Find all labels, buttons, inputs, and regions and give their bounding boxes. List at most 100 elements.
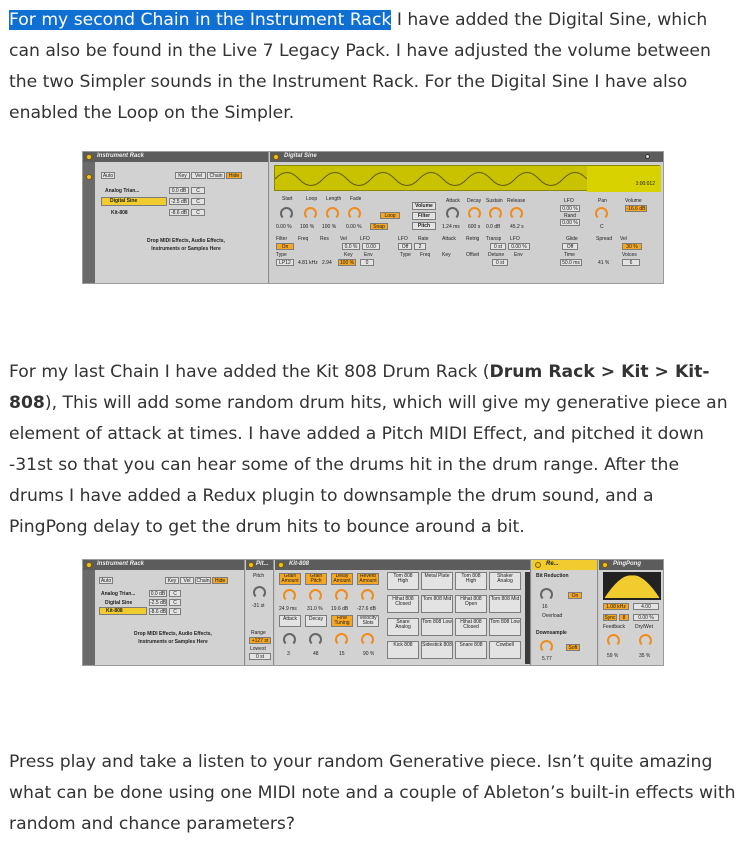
tab-chain-2[interactable]: Chain <box>195 577 211 584</box>
volume-tab[interactable]: Volume <box>412 202 436 210</box>
drum-pad[interactable]: Tom 808 High <box>387 572 419 590</box>
downsample-knob[interactable] <box>540 640 553 653</box>
lowest-value[interactable]: 0 st <box>249 653 271 660</box>
macro-knob-3[interactable] <box>335 589 348 602</box>
chain-row-3-pan[interactable]: C <box>191 209 205 216</box>
chain-row-2-pan[interactable]: C <box>191 198 205 205</box>
filter-display[interactable] <box>603 572 661 600</box>
pan-knob[interactable] <box>595 207 608 220</box>
macro-toggle-icon[interactable] <box>86 174 92 180</box>
drum-pad[interactable]: Tom 808 High <box>455 572 487 590</box>
bit-on-button[interactable]: On <box>568 592 582 599</box>
chain-row-1-name[interactable]: Analog Trian... <box>105 188 139 194</box>
pad-scroll-strip[interactable] <box>525 572 530 664</box>
drum-pad[interactable]: Hihat 808 Open <box>455 595 487 613</box>
macro-knob-6[interactable] <box>309 633 322 646</box>
macro-label-1[interactable]: Grain Amount <box>279 573 301 585</box>
macro-knob-2[interactable] <box>309 589 322 602</box>
drywet-knob[interactable] <box>639 634 652 647</box>
drum-pad[interactable]: Tom 808 Mid <box>421 595 453 613</box>
tab-key[interactable]: Key <box>175 172 190 179</box>
sync-button[interactable]: Sync <box>603 614 617 621</box>
chain-row-2-volume[interactable]: -2.5 dB <box>169 198 189 205</box>
power-icon[interactable] <box>86 154 92 160</box>
filter-on-button[interactable]: On <box>276 243 294 250</box>
drum-pad[interactable]: Sidestick 808 <box>421 641 453 659</box>
auto-button-2[interactable]: Auto <box>99 577 113 584</box>
loop-button[interactable]: Loop <box>380 212 400 219</box>
device-power-icon[interactable] <box>273 154 279 160</box>
detune-st[interactable]: 0 st <box>492 259 508 266</box>
volume-value[interactable]: -16.6 dB <box>625 205 647 212</box>
macro-label-4[interactable]: Reverb Amount <box>357 573 379 585</box>
tab-key-2[interactable]: Key <box>165 577 179 584</box>
chain-2-row-1-vol[interactable]: 0.0 dB <box>149 590 167 597</box>
device-fold-icon[interactable] <box>645 154 650 159</box>
glide-off[interactable]: Off <box>562 243 578 250</box>
chain-row-2-selected[interactable]: Digital Sine <box>101 197 167 206</box>
macro-label-8[interactable]: Velocity Slots <box>357 615 379 627</box>
lfo-rate[interactable]: 2 <box>414 243 426 250</box>
tab-hide-2[interactable]: Hide <box>212 577 228 584</box>
kit-power-icon[interactable] <box>278 562 284 568</box>
tab-hide[interactable]: Hide <box>226 172 242 179</box>
detune-value[interactable]: 0.00 % <box>508 243 530 250</box>
chain-row-3-name[interactable]: Kit-808 <box>111 210 128 216</box>
drum-pad[interactable]: Tom 808 Mid <box>489 595 521 613</box>
macro-label-3[interactable]: Delay Amount <box>331 573 353 585</box>
lfo-amount[interactable]: 0.00 % <box>560 205 580 212</box>
voices-value[interactable]: 6 <box>622 259 640 266</box>
soft-button[interactable]: Soft <box>566 644 580 651</box>
lfo-pct[interactable]: 0.0 % <box>342 243 360 250</box>
length-knob[interactable] <box>326 207 339 220</box>
drum-pad[interactable]: Shaker Analog <box>489 572 521 590</box>
sustain-knob[interactable] <box>489 207 502 220</box>
macro-label-6[interactable]: Decay <box>305 615 327 627</box>
transp-value[interactable]: 0 st <box>490 243 506 250</box>
tab-vel[interactable]: Vel <box>191 172 206 179</box>
drum-pad[interactable]: Snare 808 <box>455 641 487 659</box>
release-knob[interactable] <box>510 207 523 220</box>
sync-pct[interactable]: 0.00 % <box>633 614 659 621</box>
drum-pad[interactable]: Tom 808 Low <box>421 618 453 636</box>
sample-waveform[interactable]: 0:00:012 <box>274 165 661 192</box>
lfo-off[interactable]: Off <box>398 243 412 250</box>
macro-knob-5[interactable] <box>283 633 296 646</box>
macro-label-5[interactable]: Attack <box>279 615 301 627</box>
sync-value[interactable]: 8 <box>619 614 629 621</box>
macro-knob-4[interactable] <box>361 589 374 602</box>
chain-2-row-2-vol[interactable]: -2.5 dB <box>149 599 167 606</box>
chain-2-row-1-name[interactable]: Analog Trian... <box>101 591 135 597</box>
drum-pad[interactable]: Kick 808 <box>387 641 419 659</box>
spread-value[interactable]: 30 % <box>622 243 642 250</box>
macro-label-2[interactable]: Grain Pitch <box>305 573 327 585</box>
decay-knob[interactable] <box>468 207 481 220</box>
start-knob[interactable] <box>280 207 293 220</box>
freq-box[interactable]: 1.08 kHz <box>603 603 629 610</box>
chain-2-row-3-vol[interactable]: -8.6 dB <box>149 608 167 615</box>
rand-amount[interactable]: 0.00 % <box>560 219 580 226</box>
fade-knob[interactable] <box>348 207 361 220</box>
pitch-knob[interactable] <box>253 586 266 599</box>
drum-pad[interactable]: Hihat 808 Closed <box>387 595 419 613</box>
lfo-val[interactable]: 0.00 <box>362 243 380 250</box>
auto-button[interactable]: Auto <box>101 172 115 179</box>
chain-row-1-pan[interactable]: C <box>191 187 205 194</box>
key-value[interactable]: 0 <box>360 259 374 266</box>
glide-time[interactable]: 50.0 ms <box>560 259 582 266</box>
drum-pad[interactable]: Hihat 808 Closed <box>455 618 487 636</box>
pingpong-power-icon[interactable] <box>602 562 608 568</box>
tab-vel-2[interactable]: Vel <box>180 577 194 584</box>
chain-row-1-volume[interactable]: 0.0 dB <box>169 187 189 194</box>
drum-pad[interactable]: Tom 808 Low <box>489 618 521 636</box>
chain-2-row-1-pan[interactable]: C <box>169 590 181 597</box>
bit-knob[interactable] <box>540 588 553 601</box>
chain-2-row-3-pan[interactable]: C <box>169 608 181 615</box>
attack-knob[interactable] <box>446 207 459 220</box>
macro-label-7[interactable]: Fine Tuning <box>331 615 353 627</box>
chain-2-row-2-name[interactable]: Digital Sine <box>105 600 132 606</box>
chain-2-row-2-pan[interactable]: C <box>169 599 181 606</box>
tab-chain[interactable]: Chain <box>207 172 225 179</box>
feedback-knob[interactable] <box>607 634 620 647</box>
macro-knob-1[interactable] <box>283 589 296 602</box>
